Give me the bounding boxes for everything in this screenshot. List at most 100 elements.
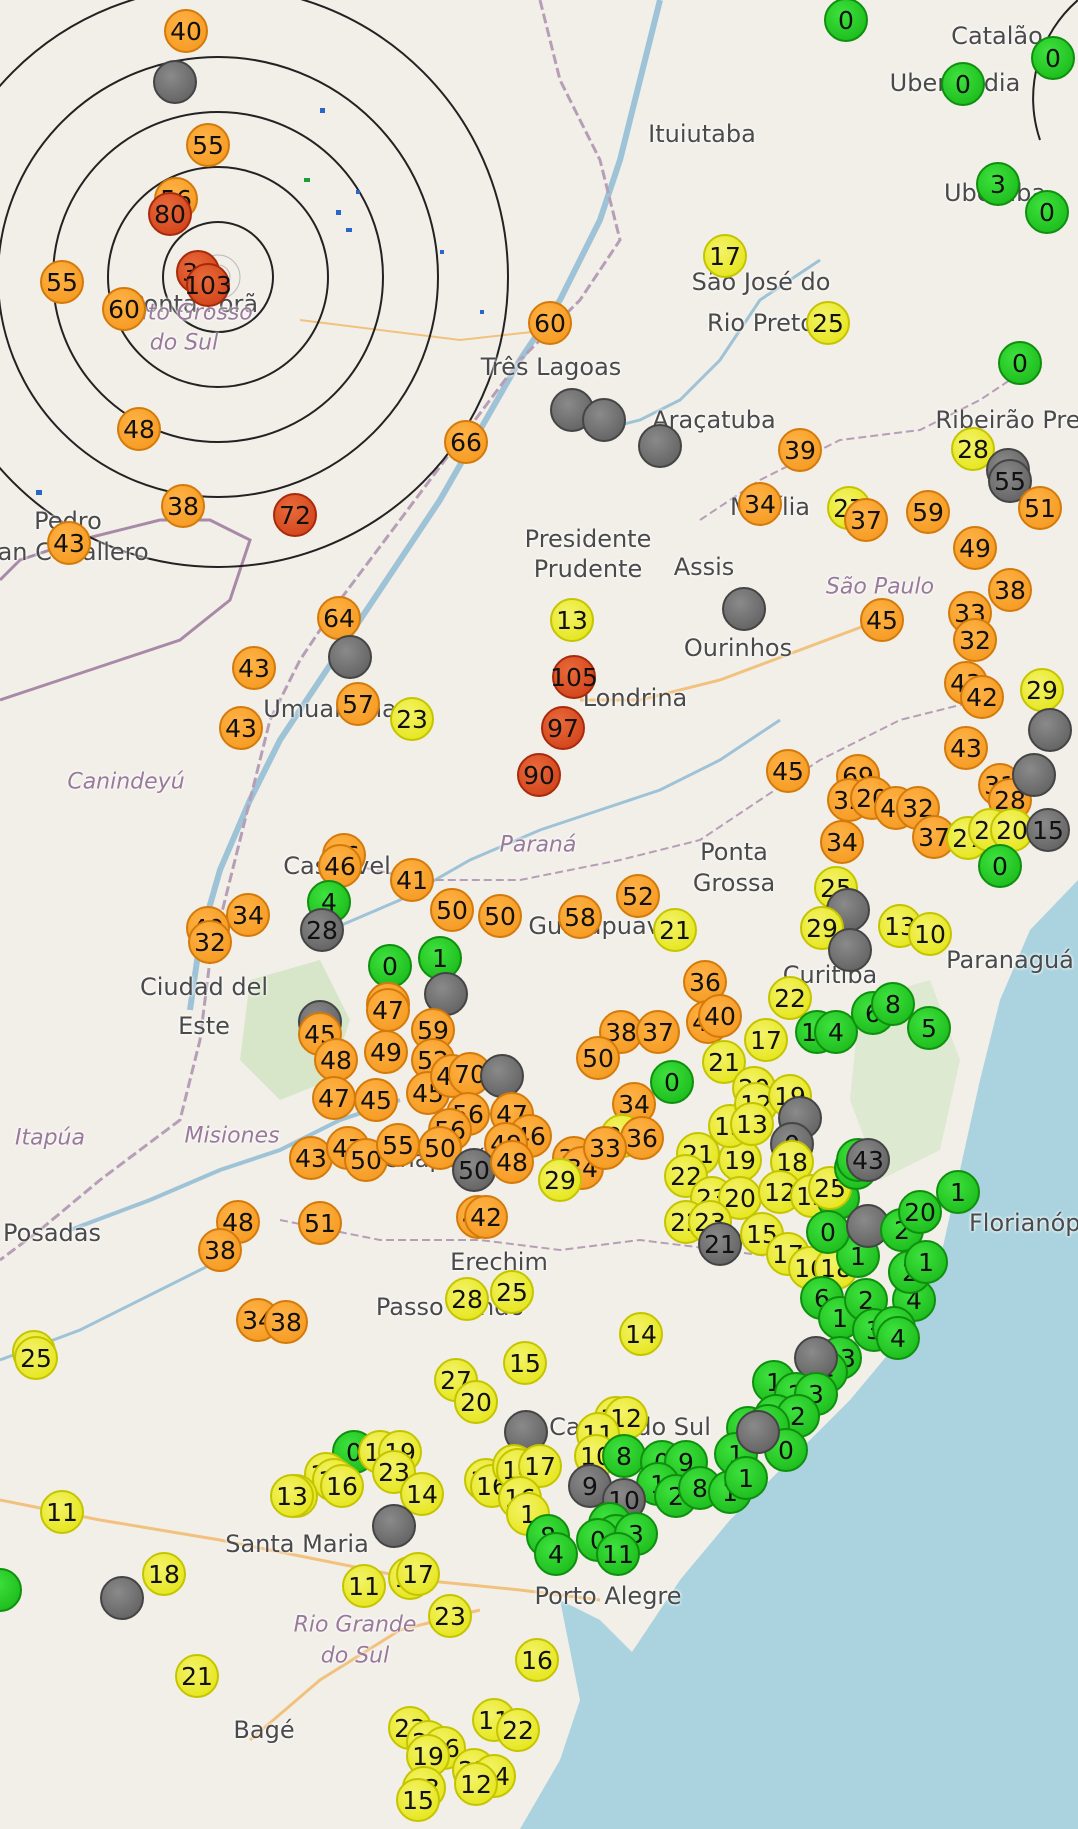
station-marker[interactable]: 0	[941, 62, 985, 106]
station-marker[interactable]: 50	[452, 1148, 496, 1192]
station-marker[interactable]: 32	[188, 920, 232, 964]
station-marker[interactable]: 48	[490, 1140, 534, 1184]
station-marker[interactable]	[828, 928, 872, 972]
station-marker[interactable]: 4	[534, 1532, 578, 1576]
station-marker[interactable]: 22	[496, 1708, 540, 1752]
station-marker[interactable]: 38	[198, 1228, 242, 1272]
station-marker[interactable]: 34	[226, 893, 270, 937]
station-marker[interactable]: 38	[264, 1300, 308, 1344]
station-marker[interactable]: 90	[517, 753, 561, 797]
station-marker[interactable]: 37	[844, 498, 888, 542]
station-marker[interactable]: 16	[320, 1464, 364, 1508]
station-marker[interactable]: 60	[528, 301, 572, 345]
station-marker[interactable]: 28	[300, 908, 344, 952]
station-marker[interactable]: 37	[636, 1010, 680, 1054]
station-marker[interactable]: 40	[698, 994, 742, 1038]
station-marker[interactable]: 23	[390, 697, 434, 741]
station-marker[interactable]: 43	[232, 646, 276, 690]
station-marker[interactable]: 32	[953, 618, 997, 662]
station-marker[interactable]: 50	[478, 894, 522, 938]
station-marker[interactable]: 29	[1020, 668, 1064, 712]
station-marker[interactable]: 49	[364, 1030, 408, 1074]
station-marker[interactable]: 16	[515, 1638, 559, 1682]
station-marker[interactable]: 0	[650, 1060, 694, 1104]
station-marker[interactable]	[328, 635, 372, 679]
station-marker[interactable]: 0	[806, 1210, 850, 1254]
station-marker[interactable]: 64	[317, 596, 361, 640]
station-marker[interactable]: 66	[444, 420, 488, 464]
station-marker[interactable]: 1	[936, 1170, 980, 1214]
station-marker[interactable]	[372, 1504, 416, 1548]
station-marker[interactable]: 14	[619, 1312, 663, 1356]
station-marker[interactable]: 23	[428, 1594, 472, 1638]
station-marker[interactable]	[722, 587, 766, 631]
station-marker[interactable]: 0	[1025, 190, 1069, 234]
station-marker[interactable]: 34	[738, 482, 782, 526]
station-marker[interactable]: 13	[550, 598, 594, 642]
station-marker[interactable]: 103	[184, 263, 232, 307]
station-marker[interactable]: 25	[806, 301, 850, 345]
station-marker[interactable]: 43	[219, 706, 263, 750]
station-marker[interactable]: 55	[40, 260, 84, 304]
station-marker[interactable]	[480, 1054, 524, 1098]
station-marker[interactable]: 105	[550, 655, 598, 699]
station-marker[interactable]: 55	[186, 123, 230, 167]
station-marker[interactable]: 11	[40, 1490, 84, 1534]
station-marker[interactable]: 17	[744, 1018, 788, 1062]
station-marker[interactable]: 18	[142, 1552, 186, 1596]
station-marker[interactable]: 0	[998, 341, 1042, 385]
station-marker[interactable]: 13	[270, 1474, 314, 1518]
station-marker[interactable]: 55	[376, 1123, 420, 1167]
station-marker[interactable]: 57	[336, 682, 380, 726]
station-marker[interactable]: 50	[430, 888, 474, 932]
station-marker[interactable]: 41	[390, 858, 434, 902]
station-marker[interactable]: 20	[454, 1380, 498, 1424]
station-marker[interactable]: 15	[1026, 808, 1070, 852]
station-marker[interactable]: 60	[102, 287, 146, 331]
station-marker[interactable]: 15	[396, 1778, 440, 1822]
station-marker[interactable]: 58	[558, 895, 602, 939]
station-marker[interactable]: 72	[273, 493, 317, 537]
station-marker[interactable]: 80	[148, 192, 192, 236]
station-marker[interactable]: 25	[490, 1270, 534, 1314]
station-marker[interactable]	[1028, 708, 1072, 752]
station-marker[interactable]: 11	[342, 1564, 386, 1608]
station-marker[interactable]	[582, 398, 626, 442]
station-marker[interactable]: 42	[960, 675, 1004, 719]
station-marker[interactable]: 52	[616, 874, 660, 918]
station-marker[interactable]: 51	[298, 1201, 342, 1245]
station-marker[interactable]: 50	[576, 1036, 620, 1080]
station-marker[interactable]: 45	[860, 598, 904, 642]
station-marker[interactable]: 0	[1031, 36, 1075, 80]
station-marker[interactable]	[100, 1576, 144, 1620]
station-marker[interactable]: 97	[541, 706, 585, 750]
station-marker[interactable]: 21	[698, 1222, 742, 1266]
station-marker[interactable]	[638, 424, 682, 468]
station-marker[interactable]: 25	[14, 1336, 58, 1380]
station-marker[interactable]: 38	[988, 568, 1032, 612]
station-marker[interactable]: 34	[820, 820, 864, 864]
station-marker[interactable]: 11	[596, 1532, 640, 1576]
station-marker[interactable]: 47	[312, 1076, 356, 1120]
station-marker[interactable]: 40	[164, 9, 208, 53]
station-marker[interactable]: 21	[653, 908, 697, 952]
station-marker[interactable]	[1012, 753, 1056, 797]
station-marker[interactable]: 36	[620, 1116, 664, 1160]
station-marker[interactable]	[736, 1410, 780, 1454]
station-marker[interactable]: 33	[583, 1126, 627, 1170]
station-marker[interactable]: 38	[161, 484, 205, 528]
station-marker[interactable]: 39	[778, 428, 822, 472]
station-marker[interactable]: 47	[366, 988, 410, 1032]
station-marker[interactable]: 0	[824, 0, 868, 42]
station-marker[interactable]: 59	[906, 490, 950, 534]
station-marker[interactable]: 13	[730, 1102, 774, 1146]
station-marker[interactable]: 29	[538, 1158, 582, 1202]
station-marker[interactable]: 10	[908, 912, 952, 956]
station-marker[interactable]: 15	[503, 1341, 547, 1385]
station-marker[interactable]: 17	[703, 234, 747, 278]
station-marker[interactable]: 43	[846, 1138, 890, 1182]
station-marker[interactable]: 20	[898, 1190, 942, 1234]
station-marker[interactable]: 1	[904, 1240, 948, 1284]
station-marker[interactable]: 17	[396, 1552, 440, 1596]
station-marker[interactable]: 45	[354, 1078, 398, 1122]
